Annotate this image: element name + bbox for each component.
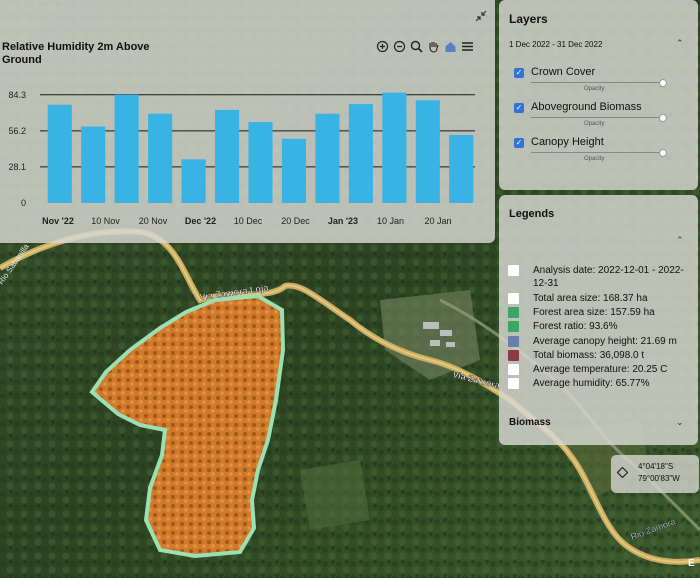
legend-text: Total biomass: 36,098.0 t — [533, 350, 645, 361]
chart-panel: Relative Humidity 2m Above Ground 0 28.1 5… — [0, 0, 495, 243]
legend-text: Total area size: 168.37 ha — [533, 293, 648, 304]
crown-cover-checkbox[interactable]: ✓ — [514, 68, 524, 78]
home-icon[interactable] — [443, 40, 457, 54]
x-tick-label: 10 Nov — [91, 216, 120, 226]
magnifier-icon[interactable] — [409, 40, 423, 54]
opacity-label: Opacity — [584, 156, 605, 162]
x-tick-label: 20 Dec — [281, 216, 310, 226]
opacity-slider[interactable] — [531, 82, 661, 83]
road-label-e: E — [688, 558, 695, 569]
date-range: 1 Dec 2022 - 31 Dec 2022 — [509, 40, 603, 49]
legend-swatch — [508, 364, 519, 375]
legend-text: Forest ratio: 93.6% — [533, 321, 618, 332]
canopy-height-checkbox[interactable]: ✓ — [514, 138, 524, 148]
humidity-bar-chart: 0 28.1 56.2 84.3 Nov '22 10 Nov 20 Nov Dec '22 1… — [8, 90, 475, 226]
chevron-up-icon[interactable]: ⌃ — [676, 235, 684, 246]
opacity-slider-handle[interactable] — [659, 79, 667, 87]
pan-hand-icon[interactable] — [426, 40, 440, 54]
y-tick-label: 84.3 — [8, 90, 26, 100]
chart-bar — [281, 138, 307, 203]
chart-toolbar — [375, 40, 474, 54]
chart-bar — [148, 113, 173, 203]
coordinates-box: 4°04'18"S 79°00'83"W — [611, 455, 699, 493]
legends-panel: Legends ⌃ Analysis date: 2022-12-01 - 20… — [499, 195, 698, 445]
legend-swatch — [508, 265, 519, 276]
opacity-label: Opacity — [584, 86, 605, 92]
legend-swatch — [508, 321, 519, 332]
layers-title: Layers — [509, 12, 548, 26]
menu-icon[interactable] — [460, 40, 474, 54]
x-tick-label: 10 Jan — [377, 216, 404, 226]
y-tick-label: 0 — [21, 198, 26, 208]
layer-crown-cover: ✓ Crown Cover Opacity — [514, 66, 689, 100]
legend-swatch — [508, 378, 519, 389]
y-tick-label: 28.1 — [8, 162, 26, 172]
chart-bar — [47, 104, 72, 203]
legend-text: Analysis date: 2022-12-01 - 2022-12-31 — [533, 265, 684, 289]
chevron-down-icon[interactable]: ⌄ — [676, 417, 684, 428]
opacity-label: Opacity — [584, 121, 605, 127]
legend-text: Forest area size: 157.59 ha — [533, 307, 655, 318]
chart-bar — [214, 109, 240, 203]
layer-aboveground-biomass: ✓ Aboveground Biomass Opacity — [514, 101, 689, 135]
opacity-slider-handle[interactable] — [659, 114, 667, 122]
opacity-slider[interactable] — [531, 117, 661, 118]
chart-bar — [415, 100, 440, 203]
legends-title: Legends — [509, 208, 555, 220]
latitude-text: 4°04'18"S — [638, 462, 674, 471]
legend-text: Average canopy height: 21.69 m — [533, 336, 677, 347]
x-tick-label: Nov '22 — [42, 216, 74, 226]
legend-swatch — [508, 336, 519, 347]
x-tick-label: 20 Nov — [139, 216, 168, 226]
layer-label: Aboveground Biomass — [531, 101, 642, 113]
chart-bar — [114, 94, 139, 203]
biomass-dropdown-label[interactable]: Biomass — [509, 417, 551, 428]
crosshair-icon[interactable] — [617, 467, 628, 478]
chart-bar — [382, 92, 407, 203]
chart-title: Relative Humidity 2m Above Ground — [2, 41, 150, 66]
chart-bar — [348, 104, 373, 203]
layer-label: Canopy Height — [531, 136, 604, 148]
legend-swatch — [508, 293, 519, 304]
legend-swatch — [508, 350, 519, 361]
layers-panel: Layers 1 Dec 2022 - 31 Dec 2022 ⌃ ✓ Crow… — [499, 0, 698, 190]
x-tick-label: Jan '23 — [328, 216, 358, 226]
chart-bar — [248, 122, 273, 203]
zoom-out-icon[interactable] — [392, 40, 406, 54]
chart-bar — [181, 159, 206, 203]
opacity-slider[interactable] — [531, 152, 661, 153]
chart-bar — [449, 134, 474, 203]
longitude-text: 79°00'83"W — [638, 474, 680, 483]
x-tick-label: Dec '22 — [185, 216, 216, 226]
biomass-checkbox[interactable]: ✓ — [514, 103, 524, 113]
chevron-up-icon[interactable]: ⌃ — [676, 38, 684, 49]
legend-text: Average humidity: 65.77% — [533, 378, 650, 389]
chart-bar — [315, 113, 340, 203]
layer-canopy-height: ✓ Canopy Height Opacity — [514, 136, 689, 170]
chart-bar — [81, 126, 106, 203]
y-tick-label: 56.2 — [8, 126, 26, 136]
opacity-slider-handle[interactable] — [659, 149, 667, 157]
x-tick-label: 10 Dec — [234, 216, 263, 226]
legend-text: Average temperature: 20.25 C — [533, 364, 668, 375]
legend-swatch — [508, 307, 519, 318]
layer-label: Crown Cover — [531, 66, 596, 78]
collapse-icon[interactable] — [473, 9, 489, 25]
x-tick-label: 20 Jan — [424, 216, 451, 226]
zoom-in-icon[interactable] — [375, 40, 389, 54]
